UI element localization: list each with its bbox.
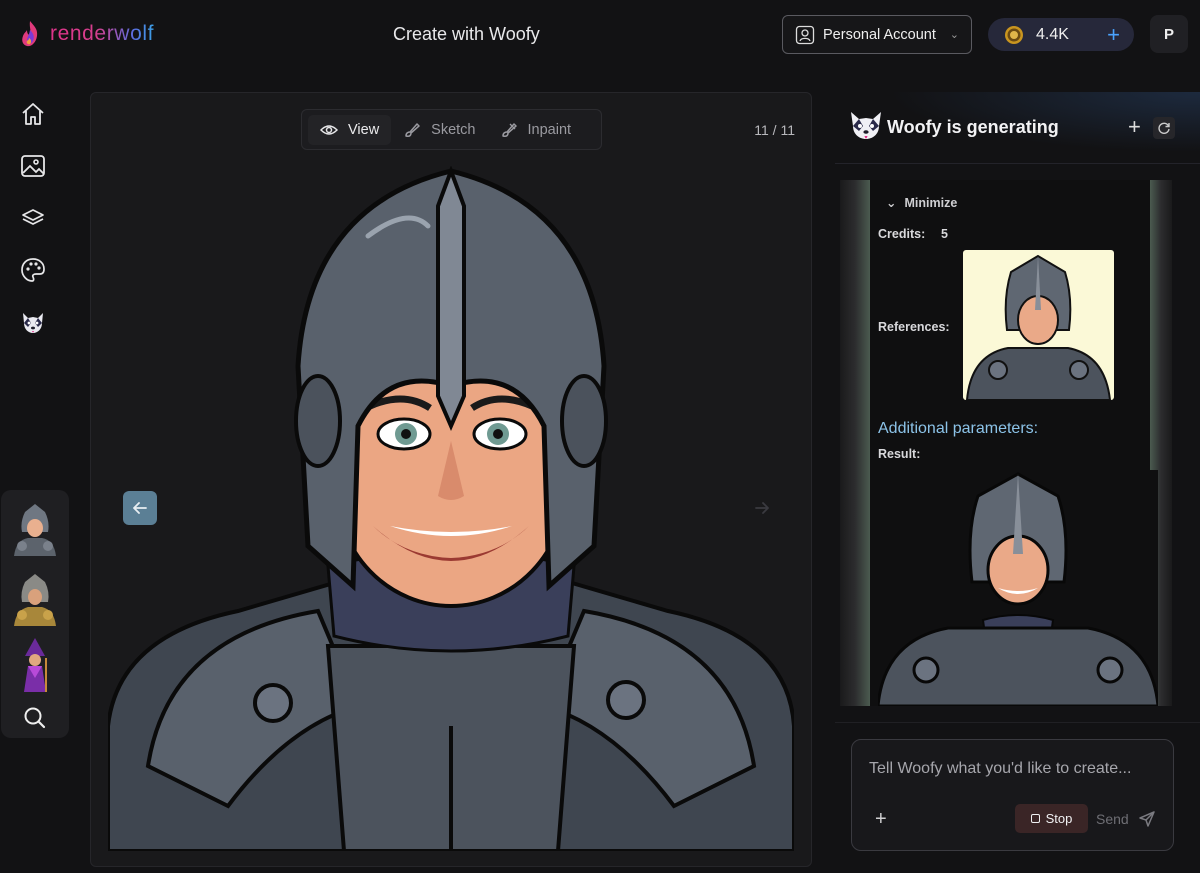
account-switcher-button[interactable]: Personal Account ⌄: [782, 15, 972, 54]
credits-value: 5: [941, 227, 948, 241]
view-mode-button[interactable]: View: [308, 114, 392, 145]
stop-button[interactable]: Stop: [1015, 804, 1088, 833]
top-bar: renderwolf Create with Woofy Personal Ac…: [0, 0, 1200, 68]
user-avatar[interactable]: P: [1150, 15, 1188, 53]
eye-icon: [320, 124, 338, 135]
app-root: renderwolf Create with Woofy Personal Ac…: [0, 0, 1200, 873]
chat-input[interactable]: [869, 760, 1159, 778]
chat-divider: [835, 722, 1200, 723]
canvas-panel: View Sketch Inpaint 11 / 11: [90, 92, 812, 867]
user-icon: [795, 25, 815, 44]
credits-label: Credits:: [878, 227, 926, 241]
brush-icon: [405, 122, 420, 137]
gold-knight-thumb[interactable]: [10, 572, 60, 626]
sketch-mode-label: Sketch: [431, 121, 476, 138]
additional-parameters-link[interactable]: Additional parameters:: [878, 420, 1038, 438]
chevron-down-icon: ⌄: [886, 196, 897, 210]
knight-portrait-image: [108, 166, 794, 851]
assistant-header: Woofy is generating +: [835, 92, 1200, 164]
arrow-left-icon: [133, 502, 147, 514]
knight-thumb[interactable]: [10, 502, 60, 556]
image-counter: 11 / 11: [754, 122, 795, 138]
add-credits-plus-icon[interactable]: +: [1107, 23, 1120, 46]
stop-square-icon: [1030, 814, 1040, 823]
assistant-title: Woofy is generating: [887, 117, 1059, 137]
brand-name: renderwolf: [50, 22, 155, 45]
references-label: References:: [878, 320, 950, 334]
send-label[interactable]: Send: [1096, 811, 1129, 827]
assistant-panel: Woofy is generating + ⌄ Minimize Credits…: [835, 92, 1200, 873]
generation-details: ⌄ Minimize Credits: 5 References: Additi…: [870, 180, 1158, 706]
inpaint-brush-icon: [501, 122, 517, 137]
result-image[interactable]: [878, 470, 1158, 706]
new-chat-plus-icon[interactable]: +: [1128, 114, 1141, 140]
brand-logo[interactable]: renderwolf: [20, 20, 154, 48]
view-mode-label: View: [348, 121, 380, 138]
woofy-icon[interactable]: [19, 308, 47, 336]
attach-plus-icon[interactable]: +: [875, 808, 887, 831]
send-icon[interactable]: [1138, 810, 1156, 828]
wizard-thumb[interactable]: [10, 638, 60, 692]
stop-label: Stop: [1045, 811, 1073, 826]
card-edge-left: [840, 180, 870, 706]
sketch-mode-button[interactable]: Sketch: [391, 115, 487, 145]
recent-creations: [1, 490, 69, 738]
image-icon[interactable]: [19, 152, 47, 180]
woofy-mascot-icon: [851, 112, 881, 139]
page-title: Create with Woofy: [393, 24, 540, 44]
minimize-toggle[interactable]: ⌄ Minimize: [886, 195, 958, 211]
refresh-icon[interactable]: [1153, 117, 1175, 139]
generated-image[interactable]: [108, 166, 794, 851]
account-label: Personal Account: [823, 26, 936, 43]
inpaint-mode-button[interactable]: Inpaint: [488, 115, 584, 145]
result-label: Result:: [878, 447, 921, 461]
palette-icon[interactable]: [19, 256, 47, 284]
flame-logo-icon: [22, 21, 38, 47]
credits-amount: 4.4K: [1036, 25, 1069, 43]
previous-image-button[interactable]: [123, 491, 157, 525]
layers-icon[interactable]: [19, 204, 47, 232]
next-image-button[interactable]: [745, 491, 779, 525]
mode-toolbar: View Sketch Inpaint: [301, 109, 602, 150]
chat-composer: + Stop Send: [851, 739, 1174, 851]
generation-card: ⌄ Minimize Credits: 5 References: Additi…: [840, 180, 1172, 706]
coin-icon: [1005, 25, 1023, 44]
home-icon[interactable]: [19, 100, 47, 128]
minimize-label: Minimize: [904, 195, 958, 210]
reference-image[interactable]: [963, 250, 1114, 400]
credits-balance[interactable]: 4.4K +: [988, 18, 1134, 51]
arrow-right-icon: [755, 502, 769, 514]
inpaint-mode-label: Inpaint: [527, 121, 572, 138]
chevron-down-icon: ⌄: [949, 29, 959, 41]
search-icon[interactable]: [10, 700, 60, 736]
